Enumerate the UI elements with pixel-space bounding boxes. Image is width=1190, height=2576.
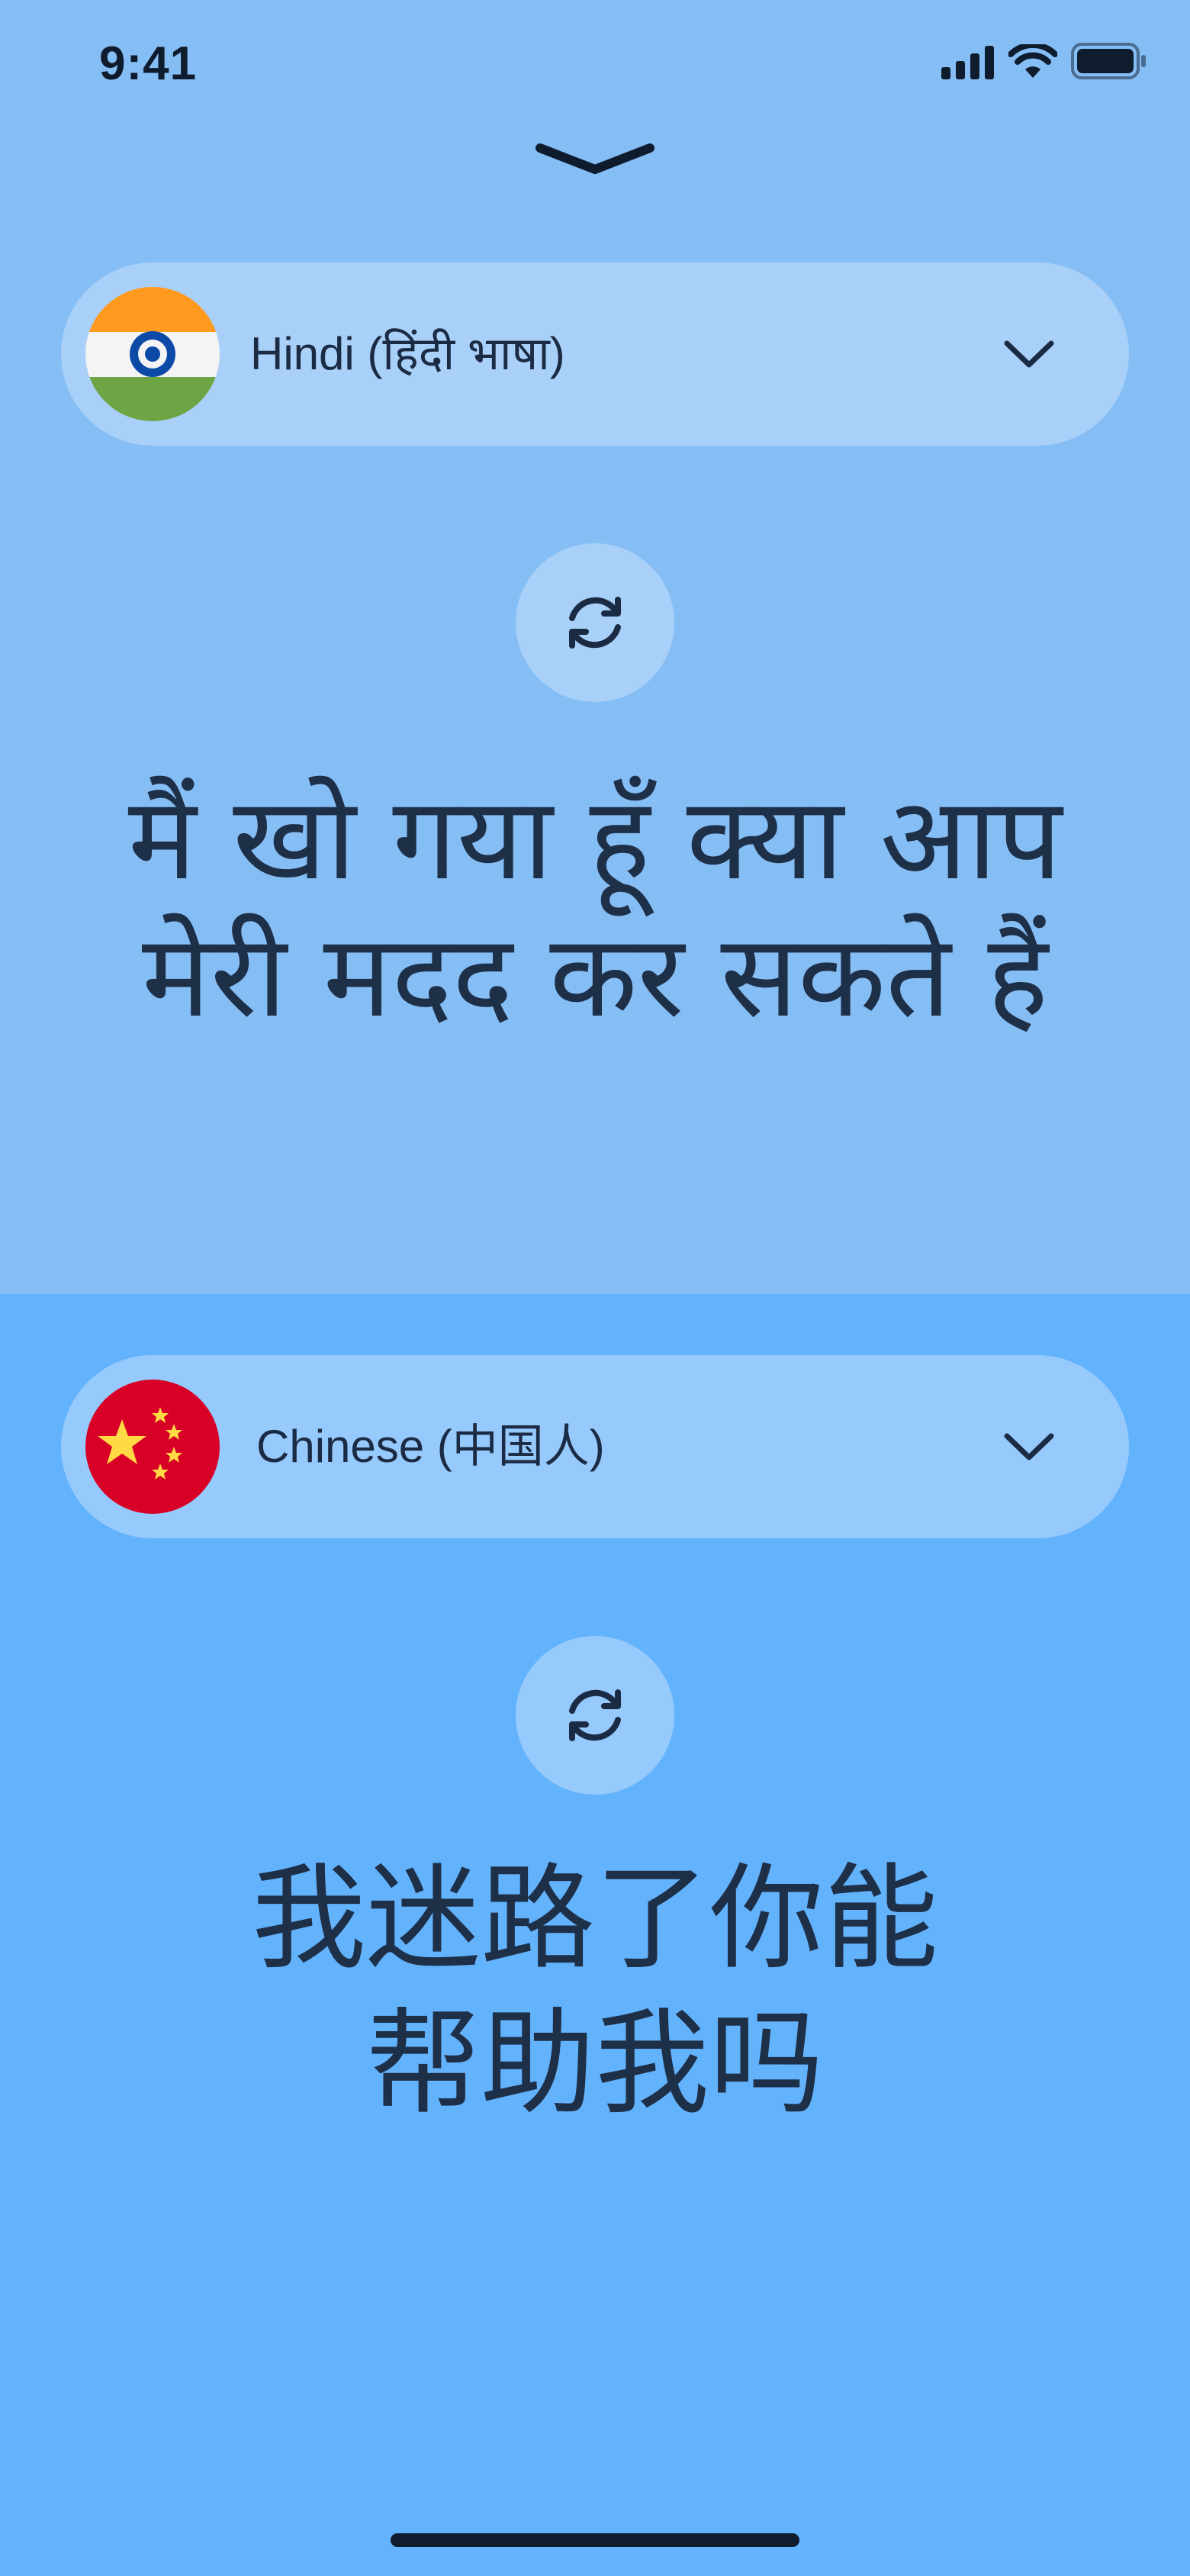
china-flag-icon — [85, 1380, 220, 1514]
source-language-label: Hindi (हिंदी भाषा) — [250, 328, 565, 379]
target-phrase-line: 我迷路了你能 — [251, 1853, 938, 1985]
target-swap-button[interactable] — [516, 1636, 674, 1795]
source-swap-button[interactable] — [516, 543, 674, 702]
chevron-down-icon[interactable] — [1002, 1424, 1056, 1470]
refresh-icon — [569, 1689, 621, 1741]
source-phrase-line: मेरी मदद कर सकते हैं — [142, 910, 1048, 1043]
india-flag-icon — [85, 287, 220, 421]
status-bar: 9:41 — [0, 0, 1190, 137]
chevron-down-icon — [536, 143, 654, 174]
collapse-button[interactable] — [534, 137, 656, 183]
status-time: 9:41 — [99, 37, 198, 90]
source-phrase: मैं खो गया हूँ क्या आप मेरी मदद कर सकते … — [92, 771, 1098, 1045]
target-phrase-line: 帮助我吗 — [365, 1998, 824, 2130]
wifi-icon — [1008, 44, 1057, 78]
battery-icon — [1071, 43, 1146, 79]
refresh-icon — [569, 597, 621, 649]
home-indicator[interactable] — [391, 2533, 799, 2547]
cellular-signal-icon — [941, 46, 994, 79]
source-language-selector[interactable]: Hindi (हिंदी भाषा) — [61, 262, 1129, 446]
target-language-label: Chinese (中国人) — [256, 1421, 605, 1472]
chevron-down-icon[interactable] — [1002, 331, 1056, 377]
target-language-selector[interactable]: Chinese (中国人) — [61, 1355, 1129, 1538]
source-phrase-line: मैं खो गया हूँ क्या आप — [127, 773, 1063, 906]
target-phrase: 我迷路了你能 帮助我吗 — [92, 1847, 1098, 2136]
